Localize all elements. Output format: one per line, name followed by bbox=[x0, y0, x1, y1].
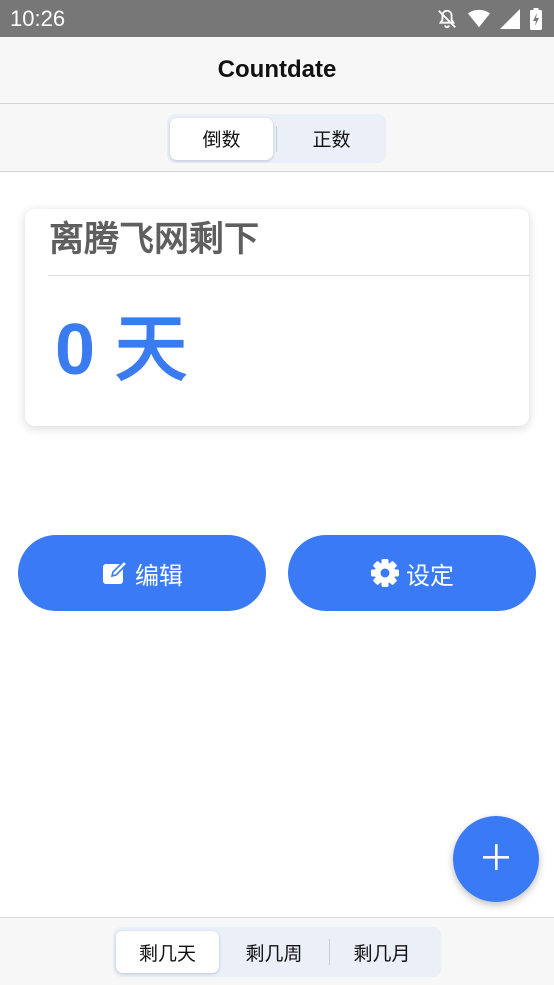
countdown-card[interactable]: 离腾飞网剩下 0 天 bbox=[25, 209, 529, 426]
tab-countdown[interactable]: 倒数 bbox=[170, 117, 273, 160]
segment-divider bbox=[276, 125, 277, 152]
notifications-off-icon bbox=[436, 8, 458, 30]
edit-button[interactable]: 编辑 bbox=[18, 535, 266, 611]
card-title: 离腾飞网剩下 bbox=[49, 220, 260, 260]
bottom-bar: 剩几天 剩几周 剩几月 bbox=[0, 917, 554, 985]
add-countdown-button[interactable] bbox=[453, 816, 539, 902]
settings-button[interactable]: 设定 bbox=[288, 535, 536, 611]
cell-signal-icon bbox=[500, 9, 520, 29]
app-title: Countdate bbox=[217, 56, 337, 83]
gear-icon bbox=[370, 558, 400, 588]
plus-icon bbox=[481, 842, 511, 876]
countdown-value: 0 bbox=[55, 310, 96, 390]
tab-months[interactable]: 剩几月 bbox=[330, 931, 434, 973]
mode-segmented-control: 倒数 正数 bbox=[167, 114, 386, 163]
unit-segmented-control: 剩几天 剩几周 剩几月 bbox=[113, 927, 441, 977]
edit-icon bbox=[101, 559, 129, 587]
app-bar: Countdate bbox=[0, 37, 554, 104]
status-time: 10:26 bbox=[10, 6, 66, 31]
countdown-display: 0 天 bbox=[55, 307, 187, 393]
settings-label: 设定 bbox=[406, 561, 454, 590]
card-divider bbox=[48, 275, 529, 276]
status-bar: 10:26 bbox=[0, 0, 554, 37]
mode-bar: 倒数 正数 bbox=[0, 104, 554, 172]
tab-days[interactable]: 剩几天 bbox=[116, 931, 219, 973]
tab-weeks[interactable]: 剩几周 bbox=[219, 931, 329, 973]
wifi-icon bbox=[468, 9, 490, 29]
edit-label: 编辑 bbox=[135, 561, 183, 590]
countdown-unit: 天 bbox=[115, 310, 188, 390]
status-icons bbox=[436, 7, 542, 31]
battery-charging-icon bbox=[530, 8, 542, 30]
tab-countup[interactable]: 正数 bbox=[280, 118, 383, 160]
